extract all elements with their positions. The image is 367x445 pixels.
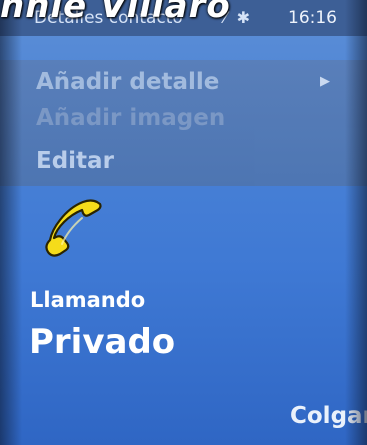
caller-name: Privado (29, 322, 176, 362)
bezel-left (0, 0, 22, 445)
options-menu: Añadir detalle ▶ Añadir imagen Editar (0, 60, 367, 186)
video-caption: nnie Villaro (0, 0, 231, 26)
menu-item-editar[interactable]: Editar (36, 148, 114, 174)
menu-item-anadir-detalle[interactable]: Añadir detalle (36, 69, 219, 95)
bluetooth-icon: ✱ (236, 8, 251, 27)
bezel-right (345, 0, 367, 445)
clock: 16:16 (288, 8, 337, 28)
phone-handset-icon (45, 199, 102, 257)
phone-screen: Detalles contacto ⁄ ✱ 16:16 Añadir detal… (0, 0, 367, 445)
submenu-arrow-icon: ▶ (320, 74, 330, 89)
call-status: Llamando (30, 288, 146, 312)
menu-item-anadir-imagen: Añadir imagen (36, 105, 226, 131)
